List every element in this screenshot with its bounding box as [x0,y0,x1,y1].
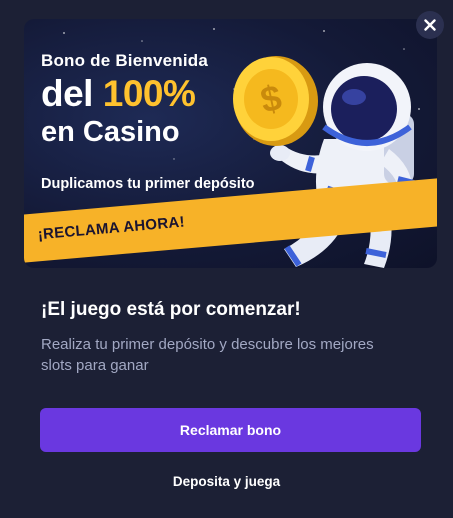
banner-headline-prefix: del [41,73,103,114]
claim-ribbon-label: ¡RECLAMA AHORA! [37,213,186,244]
banner-headline: del 100% [41,75,208,113]
welcome-bonus-modal: $ Bono de Bienvenida del 100% en Casino … [0,0,453,518]
banner-headline-line2: en Casino [41,116,180,148]
modal-title: ¡El juego está por comenzar! [41,299,301,320]
close-button[interactable] [416,11,444,39]
deposit-and-play-link[interactable]: Deposita y juega [0,474,453,489]
modal-description: Realiza tu primer depósito y descubre lo… [41,336,374,374]
close-icon [424,19,436,31]
claim-bonus-button[interactable]: Reclamar bono [40,408,421,452]
banner-headline-percent: 100% [102,73,196,114]
banner-subtitle: Duplicamos tu primer depósito [41,176,255,192]
promo-banner[interactable]: $ Bono de Bienvenida del 100% en Casino … [24,19,437,268]
banner-kicker: Bono de Bienvenida [41,51,209,70]
